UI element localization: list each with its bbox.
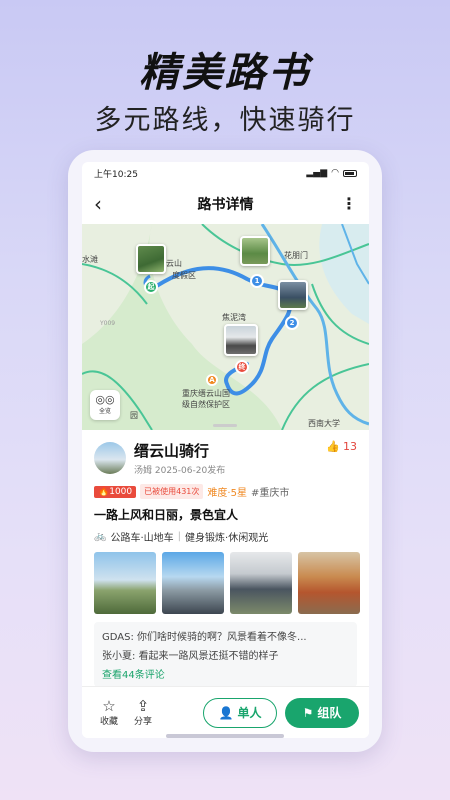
map-label-university: 西南大学 xyxy=(308,419,340,428)
status-bar: 上午10:25 ▂▄▆ ◠ xyxy=(82,162,369,184)
map-label-park-2: 级自然保护区 xyxy=(182,400,230,409)
star-icon: ☆ xyxy=(102,697,116,715)
map-label-huaming: 花朋门 xyxy=(284,251,308,260)
divider: | xyxy=(177,531,182,542)
share-label: 分享 xyxy=(133,717,152,727)
author-row: 缙云山骑行 汤姆 2025-06-20发布 👍 13 xyxy=(94,440,357,476)
map-label-resort: 度假区 xyxy=(172,271,196,280)
person-icon: 👤 xyxy=(218,705,234,720)
team-ride-label: 组队 xyxy=(317,706,342,720)
hot-value: 1000 xyxy=(109,486,133,497)
flame-icon: 🔥 xyxy=(98,486,110,497)
avatar[interactable] xyxy=(94,442,126,474)
map-photo-end[interactable] xyxy=(224,324,258,356)
thumbs-up-icon: 👍 xyxy=(326,440,340,453)
single-ride-button[interactable]: 👤 单人 xyxy=(203,697,277,728)
bike-types: 公路车·山地车 xyxy=(110,533,174,544)
app-screen: 上午10:25 ▂▄▆ ◠ ‹ 路书详情 ⋮ 水滩 云山 度假区 花朋门 焦泥湾… xyxy=(82,162,369,738)
bottom-action-bar: ☆ 收藏 ⇪ 分享 👤 单人 ⚑ 组队 xyxy=(82,686,369,738)
map-label-jiaonidun: 焦泥湾 xyxy=(222,313,246,322)
map-label-yunshan: 云山 xyxy=(166,259,182,268)
chevron-left-icon: ‹ xyxy=(94,192,102,216)
nav-bar: ‹ 路书详情 ⋮ xyxy=(82,184,369,224)
share-icon: ⇪ xyxy=(136,697,150,715)
route-heading: 缙云山骑行 汤姆 2025-06-20发布 xyxy=(134,440,225,476)
more-button[interactable]: ⋮ xyxy=(337,196,357,212)
map-label-route-code: Y009 xyxy=(100,320,116,327)
home-indicator[interactable] xyxy=(166,734,284,738)
route-types: 🚲 公路车·山地车 | 健身锻炼·休闲观光 xyxy=(94,529,357,544)
map-label-park-short: 园 xyxy=(130,411,138,420)
drag-handle[interactable] xyxy=(213,424,237,427)
publish-date: 2025-06-20发布 xyxy=(154,466,226,476)
status-time: 上午10:25 xyxy=(94,169,138,180)
photo-gallery xyxy=(94,552,360,614)
promo-title: 精美路书 xyxy=(139,50,311,96)
map-overview-button[interactable]: ◎◎ 全览 xyxy=(90,390,120,420)
route-description: 一路上风和日丽，景色宜人 xyxy=(94,508,239,522)
author-meta: 汤姆 2025-06-20发布 xyxy=(134,463,225,476)
map-photo-wp1[interactable] xyxy=(240,236,270,266)
comment-user: 张小夏: xyxy=(102,651,136,662)
hot-badge: 🔥1000 xyxy=(94,485,137,498)
status-icons: ▂▄▆ ◠ xyxy=(306,168,357,178)
waypoint-1-marker[interactable]: 1 xyxy=(250,274,264,288)
signal-icon: ▂▄▆ xyxy=(306,168,328,178)
see-all-comments-link[interactable]: 查看44条评论 xyxy=(102,666,349,681)
battery-icon xyxy=(343,169,357,177)
map-label-shuitan: 水滩 xyxy=(82,255,98,264)
route-tags: 🔥1000 已被使用431次 难度·5星 #重庆市 xyxy=(94,484,357,499)
route-info-card: 缙云山骑行 汤姆 2025-06-20发布 👍 13 🔥1000 已被使用431… xyxy=(82,424,369,687)
comment-item[interactable]: 张小夏: 看起来一路风景还挺不错的样子 xyxy=(102,647,349,662)
collect-button[interactable]: ☆ 收藏 xyxy=(92,698,126,727)
gallery-photo[interactable] xyxy=(162,552,224,614)
single-ride-label: 单人 xyxy=(237,706,262,720)
start-marker[interactable]: 起 xyxy=(144,280,158,294)
more-vertical-icon: ⋮ xyxy=(341,194,357,213)
map-label-park-1: 重庆缙云山国 xyxy=(182,389,230,398)
comment-user: GDAS: xyxy=(102,632,134,643)
difficulty-label: 难度·5星 xyxy=(207,488,247,499)
waypoint-2-marker[interactable]: 2 xyxy=(285,316,299,330)
gallery-photo[interactable] xyxy=(94,552,156,614)
route-map[interactable]: 水滩 云山 度假区 花朋门 焦泥湾 Y009 重庆缙云山国 级自然保护区 园 西… xyxy=(82,224,369,430)
city-tag[interactable]: #重庆市 xyxy=(251,484,289,499)
comments-section: GDAS: 你们啥时候骑的啊？风景看着不像冬... 张小夏: 看起来一路风景还挺… xyxy=(94,622,357,687)
gallery-photo[interactable] xyxy=(230,552,292,614)
like-count: 13 xyxy=(343,440,357,453)
route-purposes: 健身锻炼·休闲观光 xyxy=(185,533,269,544)
binoculars-icon: ◎◎ xyxy=(95,393,115,406)
promo-subtitle: 多元路线，快速骑行 xyxy=(94,105,356,136)
flag-icon: ⚑ xyxy=(302,705,314,720)
usage-badge: 已被使用431次 xyxy=(140,484,204,499)
end-marker[interactable]: 终 xyxy=(235,360,249,374)
route-name: 缙云山骑行 xyxy=(134,442,210,460)
poi-marker: A xyxy=(206,374,218,386)
comment-text: 看起来一路风景还挺不错的样子 xyxy=(138,651,279,662)
comment-text: 你们啥时候骑的啊？风景看着不像冬... xyxy=(137,632,307,643)
like-button[interactable]: 👍 13 xyxy=(326,440,357,453)
comment-item[interactable]: GDAS: 你们啥时候骑的啊？风景看着不像冬... xyxy=(102,628,349,643)
gallery-photo[interactable] xyxy=(298,552,360,614)
share-button[interactable]: ⇪ 分享 xyxy=(126,698,160,727)
map-photo-wp2[interactable] xyxy=(278,280,308,310)
bicycle-icon: 🚲 xyxy=(94,531,107,542)
back-button[interactable]: ‹ xyxy=(94,192,114,216)
collect-label: 收藏 xyxy=(99,717,118,727)
map-overview-label: 全览 xyxy=(98,408,111,415)
wifi-icon: ◠ xyxy=(331,168,339,178)
team-ride-button[interactable]: ⚑ 组队 xyxy=(285,697,359,728)
author-name[interactable]: 汤姆 xyxy=(134,466,152,476)
map-photo-start[interactable] xyxy=(136,244,166,274)
page-title: 路书详情 xyxy=(197,197,254,213)
